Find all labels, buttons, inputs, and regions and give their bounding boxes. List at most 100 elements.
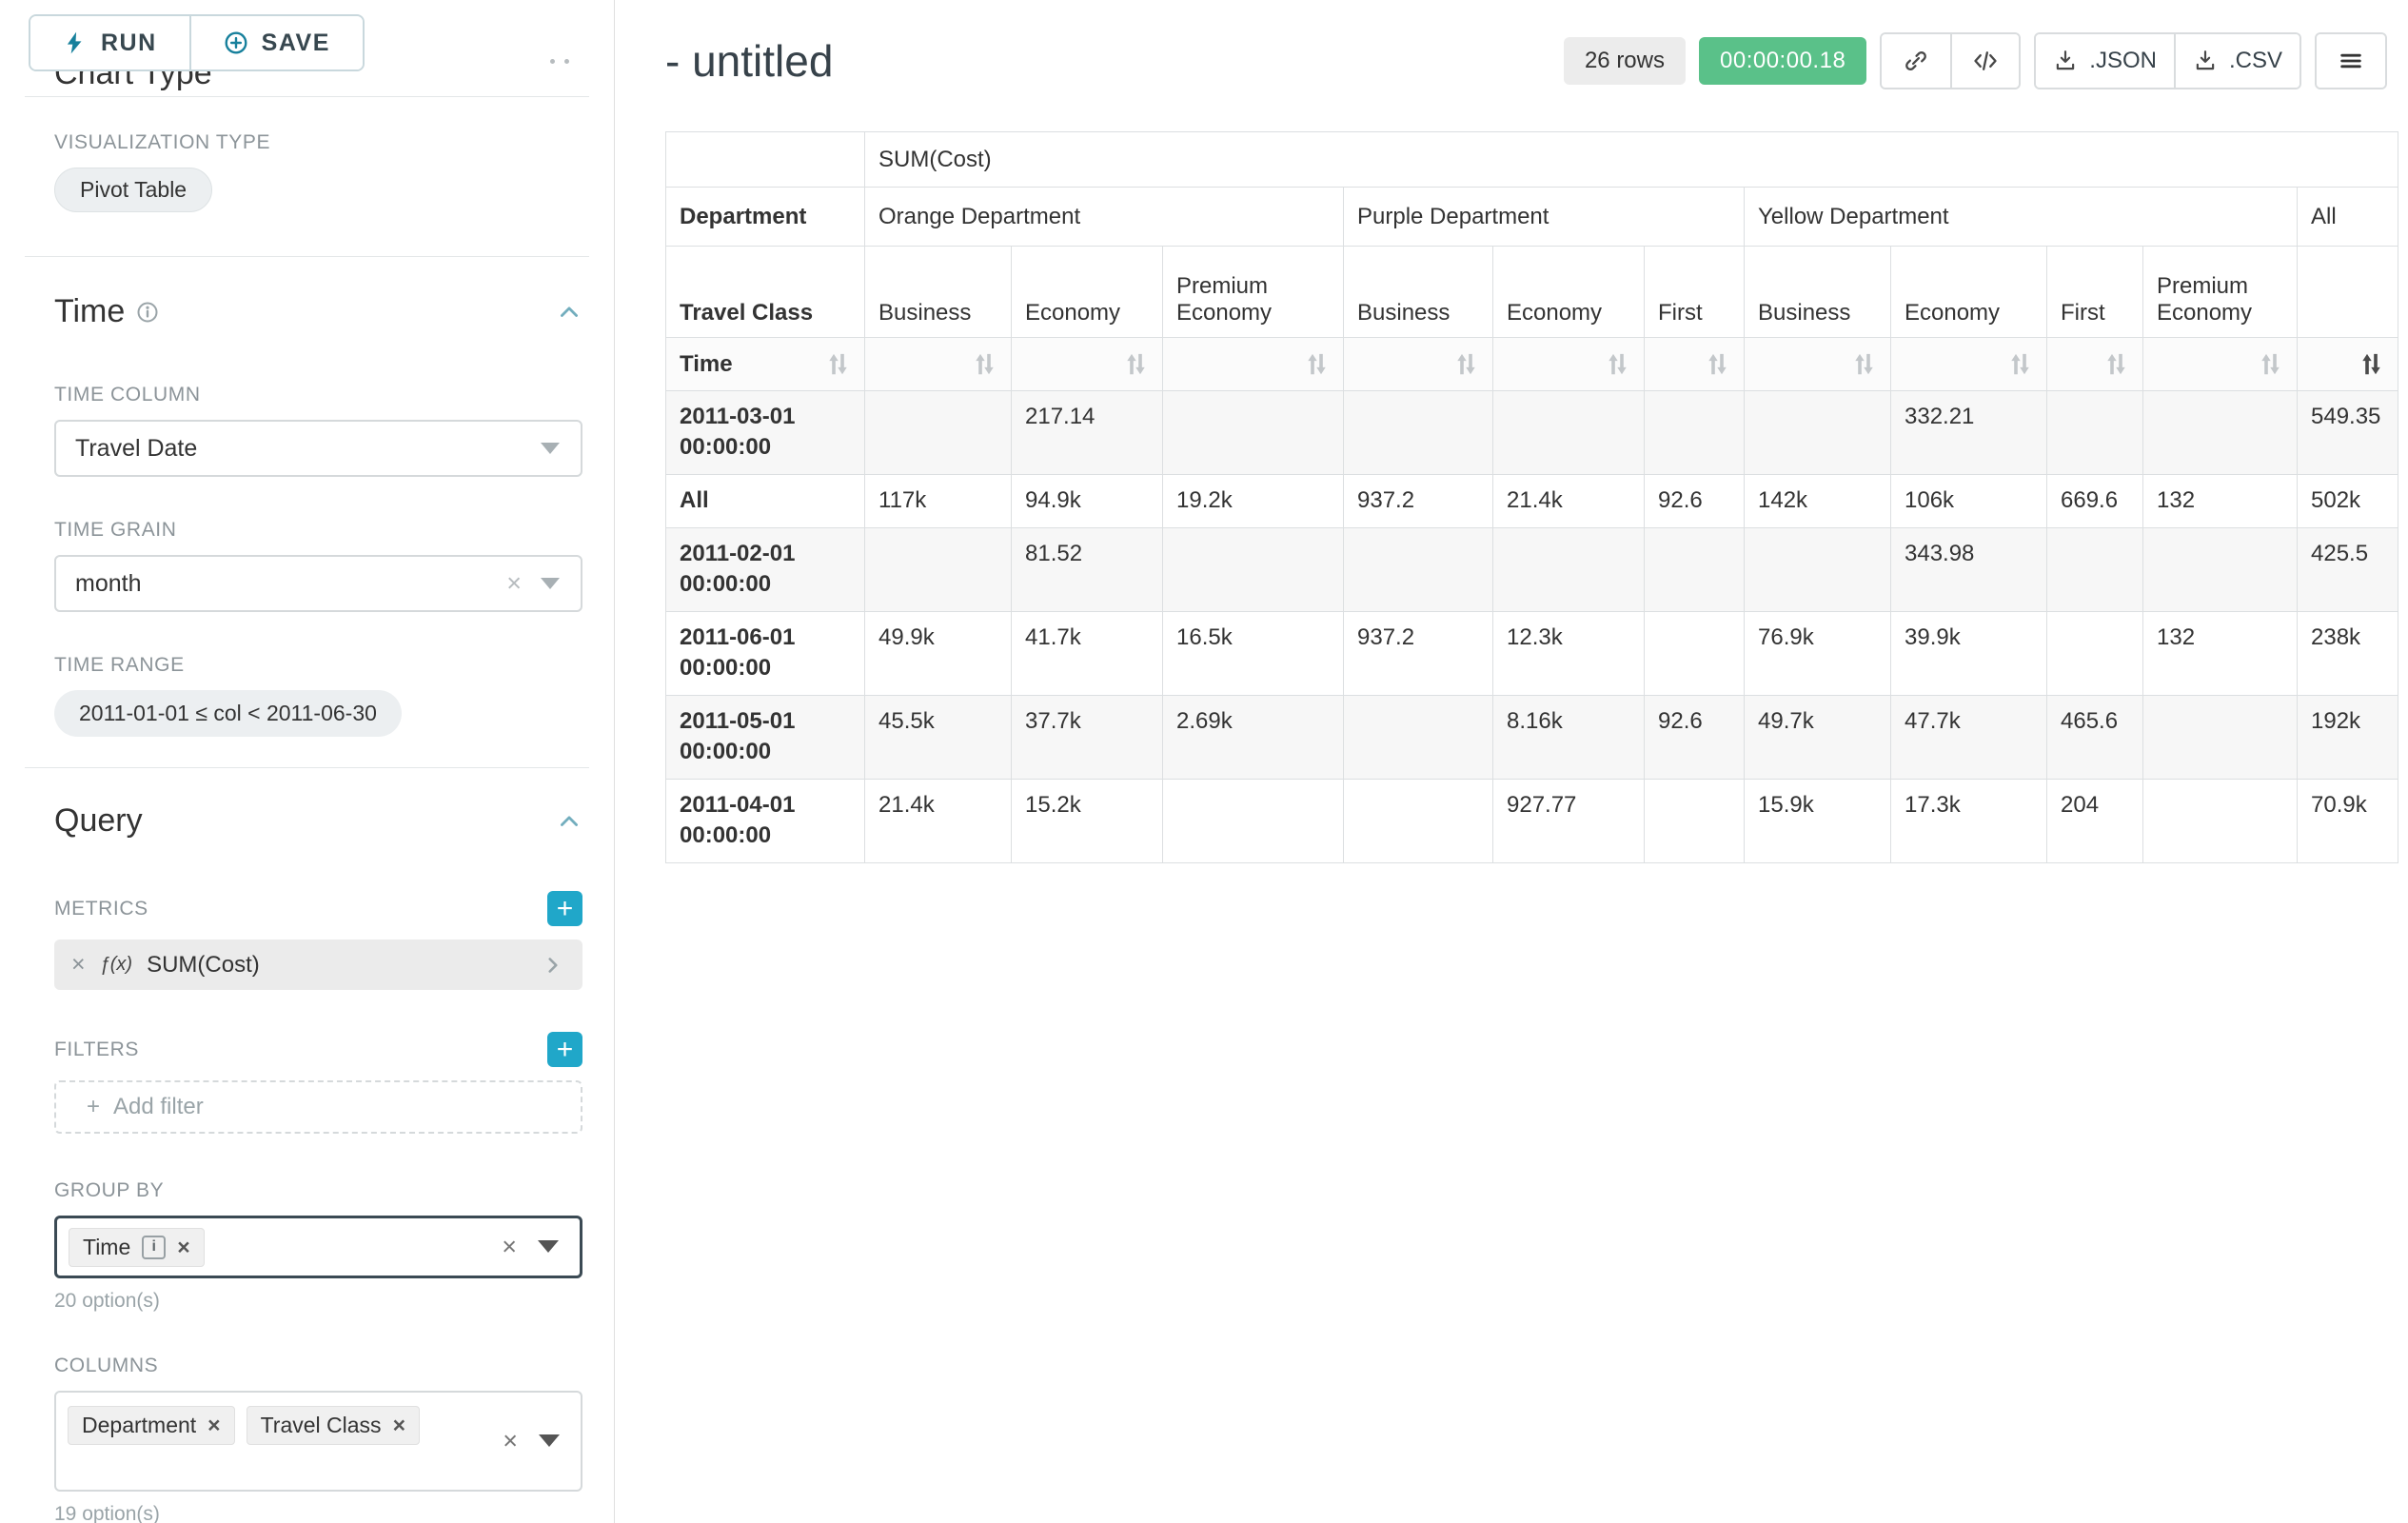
- divider: [25, 96, 589, 97]
- save-button[interactable]: SAVE: [189, 16, 363, 69]
- clear-icon[interactable]: ×: [503, 1429, 518, 1454]
- clear-icon[interactable]: ×: [502, 1235, 517, 1260]
- sort-icon[interactable]: [1605, 351, 1630, 377]
- row-label: 2011-06-01 00:00:00: [666, 612, 865, 696]
- run-button[interactable]: RUN: [30, 16, 189, 69]
- cell: [1493, 528, 1645, 612]
- row-label: 2011-04-01 00:00:00: [666, 780, 865, 863]
- pivot-col-header: First: [1645, 247, 1745, 338]
- pivot-sort-cell: [1891, 338, 2047, 391]
- total-cell: 192k: [2298, 696, 2398, 780]
- cell: [2047, 528, 2143, 612]
- cell: 217.14: [1012, 391, 1163, 475]
- cell: [2047, 612, 2143, 696]
- sort-icon[interactable]: [2103, 351, 2129, 377]
- chevron-up-icon[interactable]: [556, 808, 582, 835]
- sidebar-topbar: RUN SAVE: [0, 0, 614, 70]
- pivot-row: 2011-02-01 00:00:00 81.52 343.98 425.5: [666, 528, 2398, 612]
- cell: 39.9k: [1891, 612, 2047, 696]
- columns-label: COLUMNS: [54, 1355, 582, 1377]
- total-cell: 549.35: [2298, 391, 2398, 475]
- chart-type-heading-clipped: Chart Type: [0, 70, 614, 96]
- clear-icon[interactable]: ×: [506, 571, 522, 597]
- menu-button-group: [2315, 32, 2387, 89]
- cell: [1344, 528, 1493, 612]
- add-filter-label: Add filter: [113, 1094, 204, 1120]
- remove-tag-icon[interactable]: ×: [177, 1236, 189, 1258]
- remove-tag-icon[interactable]: ×: [393, 1414, 405, 1436]
- sort-icon[interactable]: [1304, 351, 1330, 377]
- total-cell: 425.5: [2298, 528, 2398, 612]
- columns-options-hint: 19 option(s): [54, 1503, 582, 1523]
- chevron-up-icon[interactable]: [556, 299, 582, 326]
- add-metric-button[interactable]: +: [547, 891, 582, 926]
- sort-icon[interactable]: [972, 351, 997, 377]
- chart-panel: - untitled 26 rows 00:00:00.18 .JSON: [616, 0, 2408, 1523]
- run-button-label: RUN: [101, 30, 157, 57]
- export-json-button[interactable]: .JSON: [2036, 34, 2174, 88]
- query-timer-badge: 00:00:00.18: [1699, 37, 1866, 85]
- columns-tag[interactable]: Department ×: [68, 1406, 235, 1445]
- sort-active-icon[interactable]: [2359, 351, 2384, 377]
- cell: 47.7k: [1891, 696, 2047, 780]
- chart-title[interactable]: - untitled: [665, 35, 833, 87]
- add-filter-plus-button[interactable]: +: [547, 1032, 582, 1067]
- remove-tag-icon[interactable]: ×: [207, 1414, 220, 1436]
- chart-type-heading: Chart Type: [0, 70, 614, 92]
- export-csv-button[interactable]: .CSV: [2174, 34, 2299, 88]
- control-panel-sidebar: RUN SAVE Chart Type VISUALIZATION TYPE P…: [0, 0, 615, 1523]
- pivot-sort-cell: [865, 338, 1012, 391]
- query-section-header[interactable]: Query: [54, 802, 582, 840]
- pivot-sort-cell: [2143, 338, 2298, 391]
- time-column-value: Travel Date: [75, 435, 197, 463]
- row-label: 2011-03-01 00:00:00: [666, 391, 865, 475]
- more-menu-button[interactable]: [2317, 34, 2385, 88]
- chevron-right-icon[interactable]: [541, 953, 565, 978]
- time-column-label: TIME COLUMN: [54, 384, 582, 406]
- cell: 15.2k: [1012, 780, 1163, 863]
- time-grain-select[interactable]: month ×: [54, 555, 582, 612]
- hamburger-menu-icon: [2338, 48, 2364, 74]
- copy-link-button[interactable]: [1882, 34, 1950, 88]
- divider: [25, 767, 589, 768]
- pivot-col-header-empty: [2298, 247, 2398, 338]
- columns-tag[interactable]: Travel Class ×: [247, 1406, 420, 1445]
- group-by-tag[interactable]: Time i ×: [69, 1228, 205, 1267]
- pivot-col-header: Economy: [1012, 247, 1163, 338]
- pivot-time-label: Time: [680, 351, 733, 378]
- add-filter-button[interactable]: + Add filter: [54, 1080, 582, 1134]
- metric-pill[interactable]: × ƒ(x) SUM(Cost): [54, 940, 582, 990]
- pivot-col-header: Economy: [1493, 247, 1645, 338]
- time-column-select[interactable]: Travel Date: [54, 420, 582, 477]
- cell: 332.21: [1891, 391, 2047, 475]
- sort-icon[interactable]: [2258, 351, 2283, 377]
- visualization-type-pill[interactable]: Pivot Table: [54, 168, 212, 212]
- plus-circle-icon: [224, 30, 248, 55]
- sort-icon[interactable]: [1705, 351, 1730, 377]
- remove-metric-icon[interactable]: ×: [71, 953, 86, 977]
- cell: [1645, 780, 1745, 863]
- download-icon: [2053, 49, 2078, 73]
- cell: 937.2: [1344, 475, 1493, 528]
- plus-icon: +: [557, 1036, 574, 1064]
- embed-code-button[interactable]: [1950, 34, 2019, 88]
- time-section-header[interactable]: Time: [54, 293, 582, 330]
- chart-header: - untitled 26 rows 00:00:00.18 .JSON: [665, 32, 2387, 89]
- sort-icon[interactable]: [1123, 351, 1149, 377]
- sort-icon[interactable]: [2007, 351, 2033, 377]
- sort-icon[interactable]: [1851, 351, 1877, 377]
- sort-icon[interactable]: [825, 351, 851, 377]
- group-by-select[interactable]: Time i × ×: [54, 1216, 582, 1278]
- columns-select[interactable]: Department × Travel Class × ×: [54, 1391, 582, 1492]
- sort-icon[interactable]: [1453, 351, 1479, 377]
- row-count-badge: 26 rows: [1564, 37, 1686, 85]
- cell: 19.2k: [1163, 475, 1344, 528]
- pivot-sort-cell: [1012, 338, 1163, 391]
- run-save-button-group: RUN SAVE: [29, 14, 365, 71]
- divider: [25, 256, 589, 257]
- cell: 204: [2047, 780, 2143, 863]
- pivot-table: SUM(Cost) Department Orange Department P…: [665, 131, 2398, 863]
- function-icon: ƒ(x): [100, 954, 132, 976]
- group-by-options-hint: 20 option(s): [54, 1290, 582, 1313]
- time-range-pill[interactable]: 2011-01-01 ≤ col < 2011-06-30: [54, 690, 402, 737]
